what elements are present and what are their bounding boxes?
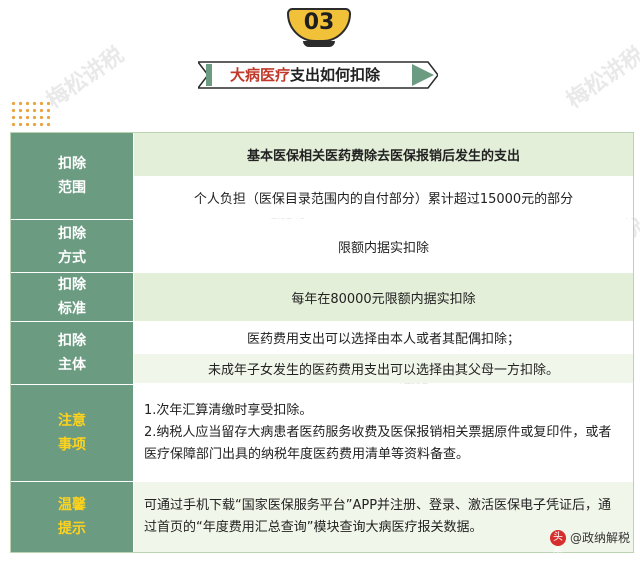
label-line: 方式 xyxy=(58,250,86,266)
row-cells: 基本医保相关医药费除去医保报销后发生的支出 个人负担（医保目录范围内的自付部分）… xyxy=(134,133,633,219)
table-row: 扣除方式 限额内据实扣除 xyxy=(11,219,633,272)
table-cell: 未成年子女发生的医药费用支出可以选择由其父母一方扣除。 xyxy=(134,353,633,383)
title-rest: 支出如何扣除 xyxy=(290,66,381,84)
label-line: 扣除 xyxy=(58,277,86,293)
watermark: 梅松讲税 xyxy=(562,42,640,114)
table-row: 温馨 提示 可通过手机下载“国家医保服务平台”APP并注册、登录、激活医保电子凭证… xyxy=(11,481,633,552)
account-watermark: 头条 @政纳解税 xyxy=(549,529,630,559)
toutiao-logo-icon: 头条 xyxy=(549,529,566,559)
table-row: 扣除范围 基本医保相关医药费除去医保报销后发生的支出 个人负担（医保目录范围内的… xyxy=(11,133,633,219)
badge-base xyxy=(303,41,335,47)
row-label: 扣除 方式 xyxy=(11,220,134,272)
row-label: 温馨 提示 xyxy=(11,482,134,552)
table-row: 扣除标准 每年在80000元限额内据实扣除 xyxy=(11,272,633,321)
label-line: 标准 xyxy=(58,301,86,317)
decorative-dots xyxy=(10,100,54,130)
page-title: 大病医疗支出如何扣除 xyxy=(230,60,410,90)
row-label: 扣除 主体 xyxy=(11,322,134,384)
label-line: 扣除 xyxy=(58,333,86,349)
table-cell: 基本医保相关医药费除去医保报销后发生的支出 xyxy=(134,133,633,176)
table-cell: 限额内据实扣除 xyxy=(134,220,633,272)
label-line: 温馨 xyxy=(58,497,86,513)
row-label: 扣除 范围 xyxy=(11,133,134,219)
row-label: 注意 事项 xyxy=(11,385,134,481)
row-cells: 限额内据实扣除 xyxy=(134,220,633,272)
deduction-table: 扣除 范围 基本医保相关医药费除去医保报销后发生的支出 个人负担（医保目录范围内的… xyxy=(10,132,634,553)
table-row: 扣除主体 医药费用支出可以选择由本人或者其配偶扣除； 未成年子女发生的医药费用支… xyxy=(11,321,633,384)
table-cell: 1.次年汇算清缴时享受扣除。 xyxy=(144,403,313,418)
row-cells: 每年在80000元限额内据实扣除 xyxy=(134,273,633,321)
label-line: 主体 xyxy=(58,357,86,373)
label-line: 事项 xyxy=(58,437,86,453)
table-cell: 每年在80000元限额内据实扣除 xyxy=(134,273,633,321)
table-cell: 个人负担（医保目录范围内的自付部分）累计超过15000元的部分 xyxy=(134,176,633,218)
row-label: 扣除 标准 xyxy=(11,273,134,321)
table-cell: 医药费用支出可以选择由本人或者其配偶扣除； xyxy=(134,322,633,353)
row-cells: 1.次年汇算清缴时享受扣除。 2.纳税人应当留存大病患者医药服务收费及医保报销相… xyxy=(134,385,633,481)
watermark: 梅松讲税 xyxy=(42,42,129,114)
label-line: 提示 xyxy=(58,521,86,537)
table-row: 注意事项 1.次年汇算清缴时享受扣除。 2.纳税人应当留存大病患者医药服务收费及… xyxy=(11,384,633,481)
label-line: 扣除 xyxy=(58,156,86,172)
account-name: @政纳解税 xyxy=(569,531,630,545)
section-number: 03 xyxy=(303,10,335,35)
table-cell: 2.纳税人应当留存大病患者医药服务收费及医保报销相关票据原件或复印件，或者医疗保… xyxy=(144,425,612,462)
label-line: 注意 xyxy=(58,413,86,429)
label-line: 扣除 xyxy=(58,226,86,242)
title-highlight: 大病医疗 xyxy=(230,66,291,84)
label-line: 范围 xyxy=(58,180,86,196)
row-cells: 医药费用支出可以选择由本人或者其配偶扣除； 未成年子女发生的医药费用支出可以选择… xyxy=(134,322,633,384)
